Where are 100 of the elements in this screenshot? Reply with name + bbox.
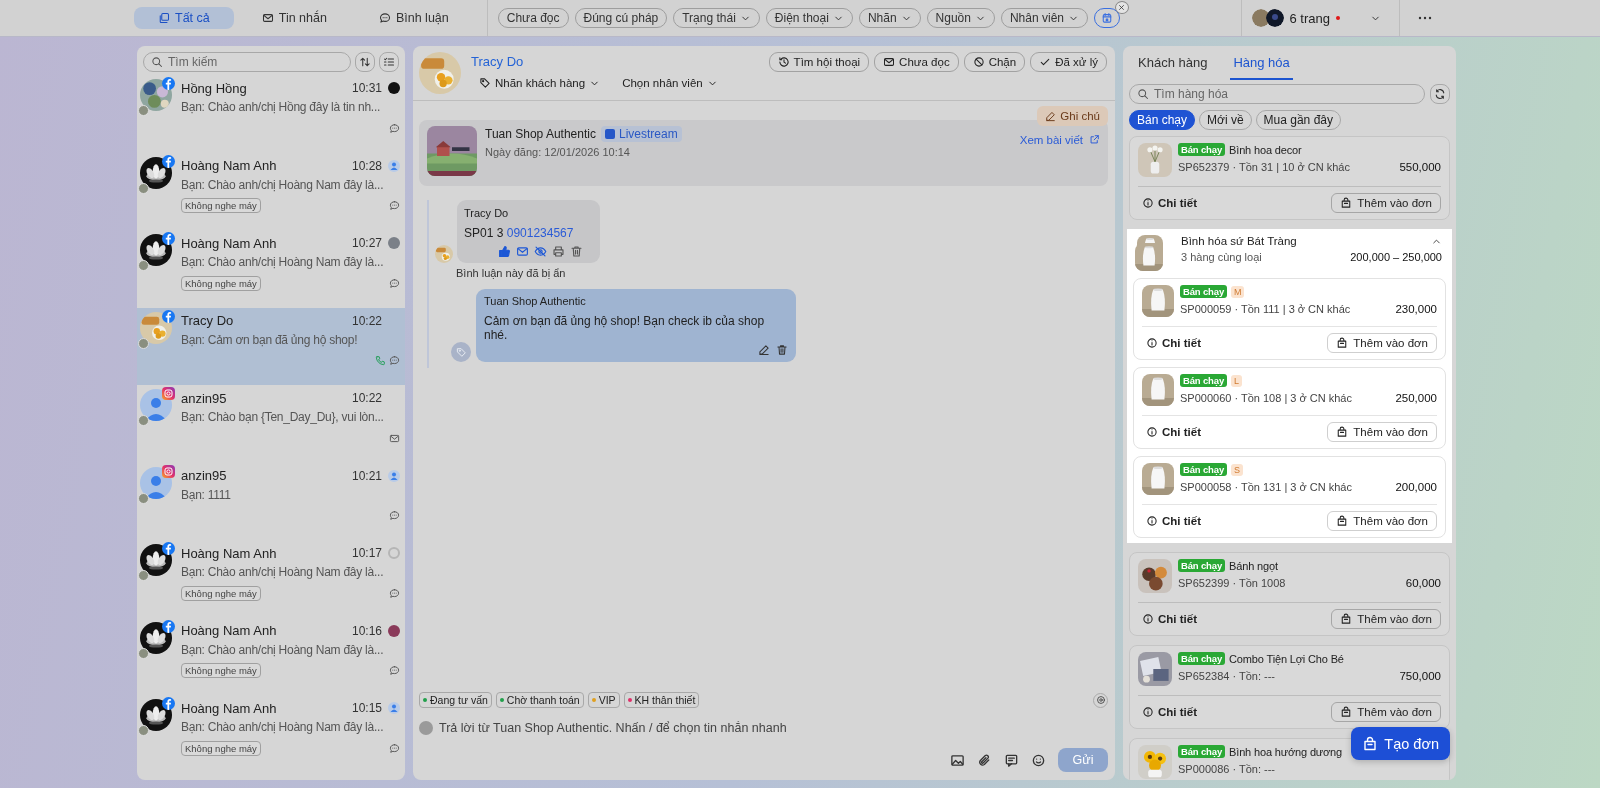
add-to-order-button[interactable]: Thêm vào đơn — [1331, 609, 1441, 629]
mail-icon — [261, 12, 274, 24]
close-icon — [1117, 3, 1127, 12]
filter-chip[interactable]: Điện thoại — [765, 8, 853, 28]
settings-button[interactable] — [1093, 692, 1108, 708]
contact-name: Tracy Do — [181, 313, 235, 328]
clear-button[interactable] — [1115, 1, 1129, 14]
add-to-order-button[interactable]: Thêm vào đơn — [1327, 422, 1437, 442]
create-order-button[interactable]: Tạo đơn — [1351, 727, 1450, 760]
product-stock: SP000086 · Tồn: --- — [1178, 763, 1275, 775]
label-chip[interactable]: Chờ thanh toán — [495, 692, 584, 708]
facebook-icon — [162, 619, 175, 633]
view-post-link[interactable]: Xem bài viết — [1019, 134, 1100, 146]
search-field[interactable]: Tìm hàng hóa — [1129, 84, 1425, 104]
action-button[interactable]: Chặn — [963, 52, 1026, 72]
conversation-item[interactable]: Hoàng Nam Anh 10:27 Bạn: Chào anh/chị Hoàng Nam đây là... Không nghe máy — [137, 230, 405, 308]
contact-name: Hoàng Nam Anh — [181, 700, 278, 716]
product-stock: SP000060 · Tồn 108 | 3 ở CN khác — [1180, 392, 1352, 404]
filter-list-button[interactable] — [379, 52, 399, 72]
sort-button[interactable] — [355, 52, 375, 72]
bag-icon — [1362, 735, 1379, 752]
add-to-order-button[interactable]: Thêm vào đơn — [1331, 702, 1441, 722]
label-chip[interactable]: Đang tư vấn — [419, 692, 492, 708]
smile-icon — [1031, 752, 1046, 768]
filter-chip[interactable]: Mua gần đây — [1255, 110, 1341, 130]
filter-chip[interactable]: Nhân viên — [1000, 8, 1088, 28]
pages-selector[interactable]: 6 trang — [1289, 10, 1330, 26]
dropdown[interactable]: Chọn nhân viên — [622, 77, 718, 89]
filter-chip[interactable]: Chưa đọc — [497, 8, 569, 28]
conversation-item[interactable]: anzin95 10:21 Bạn: 1111 — [137, 462, 405, 540]
filter-chip[interactable]: Nguồn — [926, 8, 995, 28]
filter-chip[interactable]: Mới về — [1199, 110, 1252, 130]
settings-icon — [1095, 695, 1106, 705]
info-icon — [1142, 706, 1154, 718]
label-chip[interactable]: KH thân thiết — [623, 692, 700, 708]
refresh-button[interactable] — [1430, 84, 1450, 104]
emoji-button[interactable] — [1031, 752, 1046, 768]
message-time: 10:27 — [351, 236, 382, 250]
bestseller-tag: Bán chạy — [1180, 285, 1228, 298]
info-icon — [1146, 426, 1158, 438]
conversation-item[interactable]: Hoàng Nam Anh 10:15 Bạn: Chào anh/chị Hoàng Nam đây là... Không nghe máy — [137, 695, 405, 773]
copy-icon — [158, 12, 170, 24]
details-button[interactable]: Chi tiết — [1142, 337, 1201, 349]
note-button[interactable]: Ghi chú — [1037, 106, 1108, 126]
conversation-item[interactable]: Tracy Do 10:22 Bạn: Cảm ơn bạn đã ủng hộ shop! — [137, 307, 405, 385]
info-icon — [1146, 515, 1158, 527]
action-button[interactable]: Đã xử lý — [1030, 52, 1107, 72]
pencil-icon — [758, 344, 770, 356]
add-to-order-button[interactable]: Thêm vào đơn — [1327, 333, 1437, 353]
contact-name: Hoàng Nam Anh — [181, 545, 278, 561]
panel-tab[interactable]: Hàng hóa — [1230, 46, 1293, 80]
details-button[interactable]: Chi tiết — [1138, 197, 1197, 209]
panel-tab[interactable]: Khách hàng — [1135, 46, 1211, 80]
chat-icon — [389, 587, 400, 599]
add-to-order-button[interactable]: Thêm vào đơn — [1331, 193, 1441, 213]
quick-reply-button[interactable] — [1004, 752, 1019, 768]
conversation-item[interactable]: Hồng Hồng 10:31 Bạn: Chào anh/chị Hồng đây là tin nh... — [137, 75, 405, 153]
chat-icon — [389, 355, 400, 366]
message-preview: Bạn: Chào anh/chị Hoàng Nam đây là... — [181, 642, 385, 657]
conversation-item[interactable]: Hoàng Nam Anh 10:17 Bạn: Chào anh/chị Hoàng Nam đây là... Không nghe máy — [137, 540, 405, 618]
details-button[interactable]: Chi tiết — [1142, 515, 1201, 527]
attach-button[interactable] — [977, 752, 992, 768]
mail-icon — [389, 432, 400, 444]
facebook-icon — [162, 232, 175, 245]
details-button[interactable]: Chi tiết — [1138, 706, 1197, 718]
image-button[interactable] — [950, 752, 965, 768]
pencil-icon — [1045, 110, 1057, 122]
product-name: Bình hóa sứ Bát Tràng — [1181, 235, 1297, 247]
filter-chip[interactable]: Trạng thái — [673, 8, 760, 28]
product-price: 200,000 — [1395, 481, 1437, 493]
details-button[interactable]: Chi tiết — [1142, 426, 1201, 438]
filter-tab[interactable]: Tất cả — [134, 7, 234, 29]
conversation-item[interactable]: Hoàng Nam Anh 10:28 Bạn: Chào anh/chị Hoàng Nam đây là... Không nghe máy — [137, 152, 405, 230]
details-button[interactable]: Chi tiết — [1138, 613, 1197, 625]
check-icon — [1039, 56, 1052, 68]
message-preview: Bạn: Chào bạn {Ten_Day_Du}, vui lòn... — [181, 410, 385, 424]
variant-count: 3 hàng cùng loại — [1181, 251, 1262, 263]
conversation-item[interactable]: anzin95 10:22 Bạn: Chào bạn {Ten_Day_Du}, vui lòn... — [137, 385, 405, 463]
action-button[interactable]: Chưa đọc — [874, 52, 959, 72]
add-to-order-button[interactable]: Thêm vào đơn — [1327, 511, 1437, 531]
product-name: Bánh ngọt — [1229, 559, 1278, 572]
search-field[interactable]: Tìm kiếm — [143, 52, 351, 72]
filter-chip[interactable]: Bán chạy — [1129, 110, 1196, 130]
filter-tab[interactable]: Tin nhắn — [237, 7, 351, 29]
label-chip[interactable]: VIP — [587, 692, 620, 708]
message-preview: Bạn: Chào anh/chị Hồng đây là tin nh... — [181, 100, 382, 114]
post-date: Ngày đăng: 12/01/2026 10:14 — [485, 146, 631, 158]
assignee-icon — [388, 159, 400, 172]
filter-chip[interactable]: Đúng cú pháp — [574, 8, 668, 28]
conversation-item[interactable]: Hoàng Nam Anh 10:16 Bạn: Chào anh/chị Hoàng Nam đây là... Không nghe máy — [137, 617, 405, 695]
history-icon — [777, 56, 790, 68]
message-preview: Bạn: Chào anh/chị Hoàng Nam đây là... — [181, 565, 385, 579]
action-button[interactable]: Tìm hội thoại — [768, 52, 870, 72]
filter-chip[interactable]: Nhãn — [858, 8, 921, 28]
filter-tab[interactable]: Bình luận — [354, 7, 473, 29]
facebook-icon — [162, 542, 175, 555]
dropdown[interactable]: Nhãn khách hàng — [479, 77, 601, 89]
reply-field[interactable]: Trả lời từ Tuan Shop Authentic. Nhấn / để chọn tin nhắn nhanh — [439, 721, 1108, 735]
date-filter-button[interactable] — [1094, 8, 1120, 28]
phone-link[interactable]: 0901234567 — [506, 226, 574, 240]
